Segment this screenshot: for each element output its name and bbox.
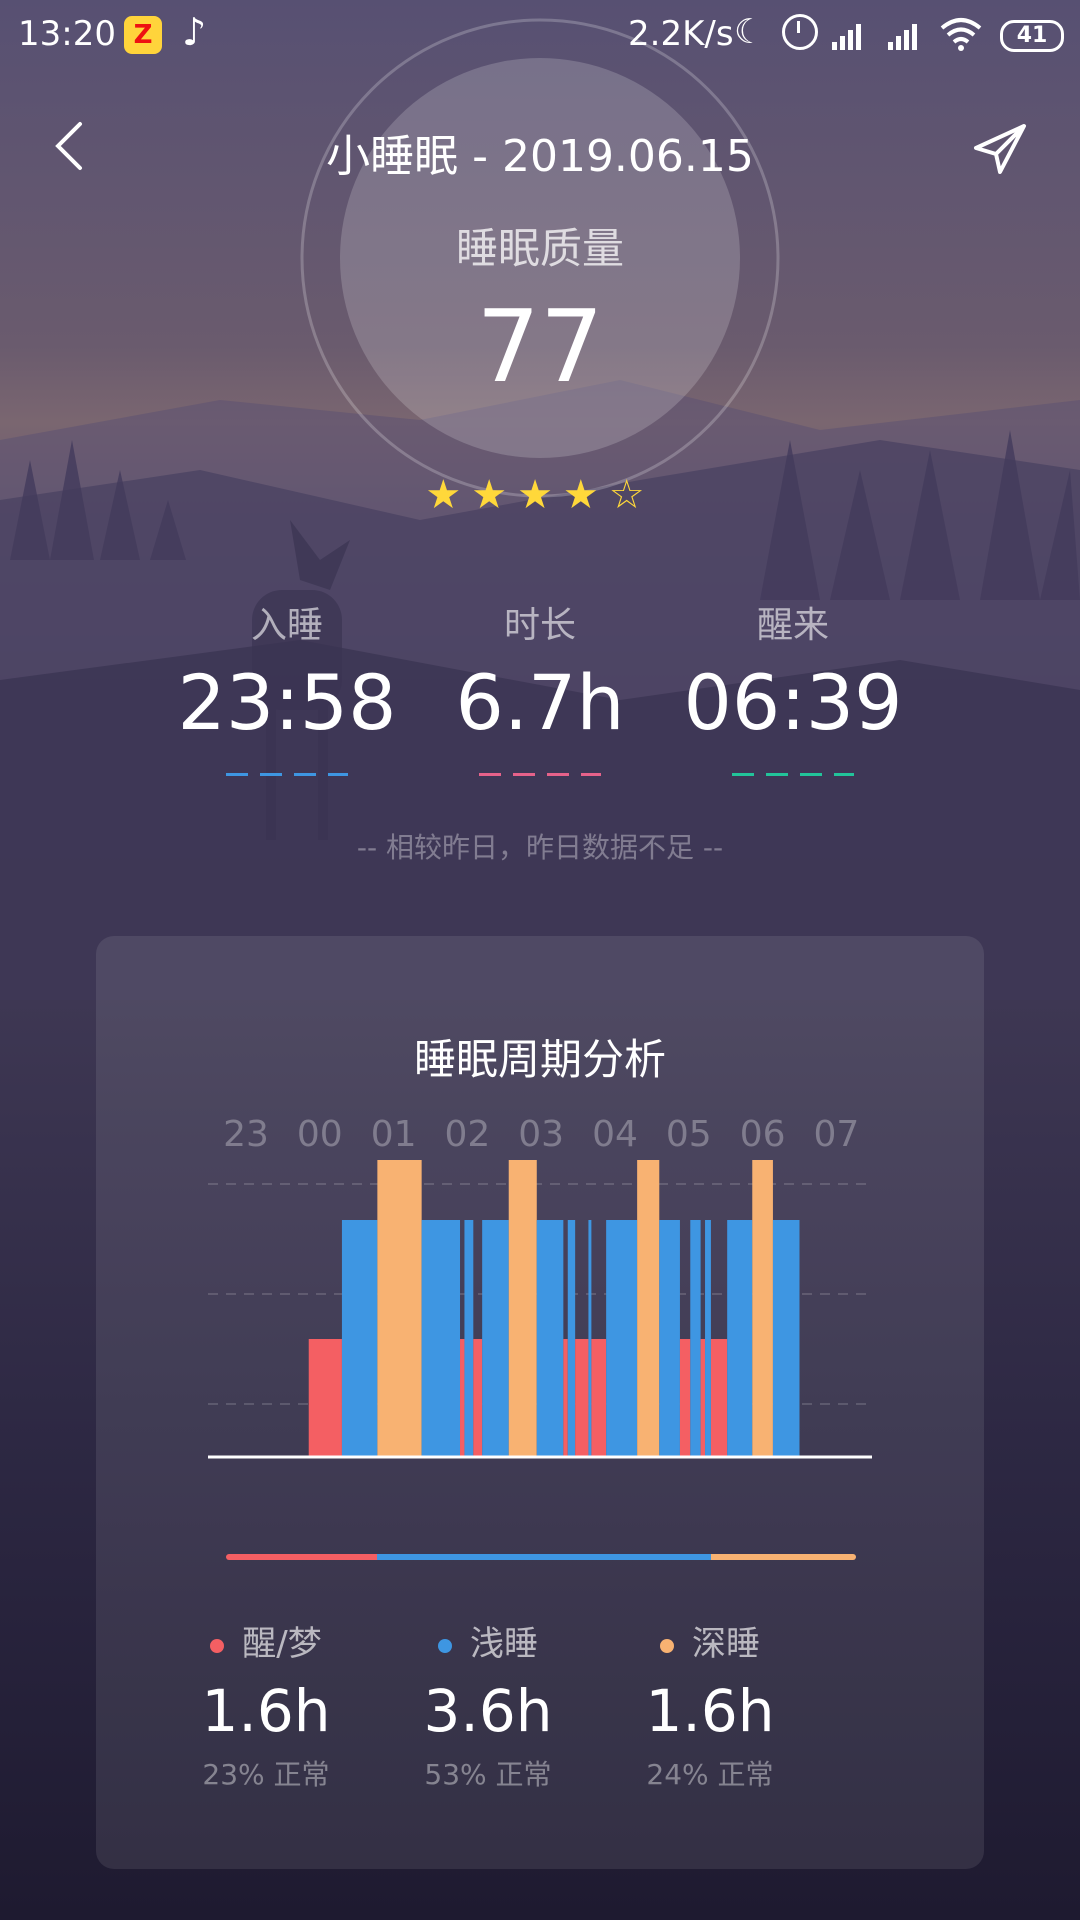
signal-icon <box>832 20 861 50</box>
sleep-segment-bar <box>575 1339 589 1457</box>
title-bar: 小睡眠 - 2019.06.15 <box>0 100 1080 190</box>
sleep-segment-bar <box>508 1160 537 1457</box>
sleep-segment-bar <box>752 1160 773 1457</box>
star-empty-icon: ☆ <box>608 472 655 518</box>
sleep-quality-label: 睡眠质量 <box>455 224 624 273</box>
metric-dash <box>479 773 601 776</box>
sleep-segment-bar <box>772 1220 800 1457</box>
hour-label: 00 <box>296 1114 343 1155</box>
sleep-cycle-card: 睡眠周期分析 23 00 01 02 03 04 05 06 07 醒/梦 1.6h 23% 正… <box>96 936 984 1869</box>
music-note-icon: ♪ <box>182 10 207 54</box>
sleep-segment-bar <box>588 1220 592 1457</box>
sleep-segment-bar <box>341 1220 378 1457</box>
sleep-timeline-bar <box>226 1554 856 1560</box>
sleep-segment-bar <box>473 1339 483 1457</box>
moon-icon: ☾ <box>734 12 765 52</box>
legend-value: 1.6h <box>645 1677 775 1745</box>
sleep-segment-bar <box>705 1220 711 1457</box>
star-filled-icon: ★ <box>471 472 518 518</box>
battery-icon: 41 <box>1000 20 1064 52</box>
sleep-segment-bar <box>482 1220 509 1457</box>
star-filled-icon: ★ <box>562 472 609 518</box>
sleep-segment-bar <box>460 1339 465 1457</box>
light-sleep-dot-icon <box>438 1638 452 1653</box>
star-filled-icon: ★ <box>517 472 563 518</box>
sleep-segment-bar <box>690 1220 701 1457</box>
status-time: 13:20 <box>18 14 116 54</box>
paper-plane-icon <box>974 124 1026 174</box>
hour-label: 04 <box>592 1114 638 1155</box>
sleep-segment-bar <box>637 1160 660 1457</box>
hour-label: 02 <box>444 1114 491 1155</box>
signal-icon <box>888 20 917 50</box>
legend-label: 浅睡 <box>470 1624 538 1664</box>
sleep-segment-bar <box>659 1220 680 1457</box>
sleep-segment-bar <box>536 1220 564 1457</box>
sleep-segment-bar <box>421 1220 461 1457</box>
hour-label: 06 <box>739 1114 786 1155</box>
network-speed: 2.2K/s <box>628 14 734 54</box>
status-bar: 13:20 Z ♪ 2.2K/s ☾ 41 <box>0 0 1080 72</box>
hour-label: 07 <box>813 1114 860 1155</box>
sleep-quality-score: 77 <box>476 288 604 405</box>
sleep-segment-bar <box>563 1339 568 1457</box>
sleep-segment-bar <box>308 1339 342 1457</box>
sleep-segment-bar <box>567 1220 576 1457</box>
sleep-segment-bar <box>710 1339 728 1457</box>
alarm-icon <box>782 14 818 50</box>
share-button[interactable] <box>970 118 1030 178</box>
sleep-segment-bar <box>606 1220 638 1457</box>
sleep-segment-bar <box>464 1220 474 1457</box>
star-rating: ★★★★☆ <box>0 472 1080 518</box>
metric-value: 06:39 <box>683 658 903 747</box>
awake-dot-icon <box>210 1638 225 1653</box>
sleep-segment-bar <box>727 1220 753 1457</box>
sleep-segment-bar <box>700 1339 706 1457</box>
metric-wake-time: 醒来 06:39 <box>633 596 953 776</box>
legend-deep-sleep: 深睡 1.6h 24% 正常 <box>560 1616 860 1793</box>
qq-icon: Z <box>124 16 162 54</box>
sleep-cycle-title: 睡眠周期分析 <box>413 1035 666 1084</box>
hour-label: 03 <box>518 1114 565 1155</box>
deep-sleep-dot-icon <box>660 1638 674 1653</box>
legend-sub: 24% 正常 <box>646 1758 774 1791</box>
sleep-segment-bar <box>679 1339 691 1457</box>
sleep-segment-bar <box>377 1160 422 1457</box>
sleep-cycle-chart <box>208 1160 872 1459</box>
page-title: 小睡眠 - 2019.06.15 <box>326 131 754 182</box>
sleep-segment-bar <box>591 1339 607 1457</box>
metric-dash <box>732 773 854 776</box>
compare-note: -- 相较昨日，昨日数据不足 -- <box>356 831 724 864</box>
star-filled-icon: ★ <box>425 472 472 518</box>
hour-label: 05 <box>665 1114 712 1155</box>
hour-label: 23 <box>223 1114 269 1155</box>
legend-label: 醒/梦 <box>242 1624 322 1664</box>
sleep-quality: 睡眠质量 77 <box>300 215 780 405</box>
legend-label: 深睡 <box>692 1624 760 1664</box>
metric-dash <box>226 773 348 776</box>
wifi-icon <box>940 18 982 51</box>
hour-label: 01 <box>370 1114 417 1155</box>
metric-label: 醒来 <box>756 605 829 646</box>
